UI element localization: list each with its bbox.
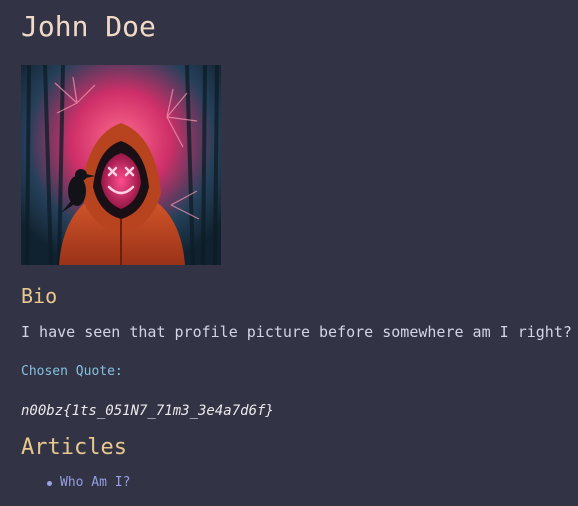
article-link-who-am-i[interactable]: Who Am I?: [60, 475, 130, 490]
chosen-quote-label: Chosen Quote:: [21, 364, 123, 379]
profile-name: John Doe: [21, 10, 156, 43]
articles-heading: Articles: [21, 435, 127, 460]
bio-text: I have seen that profile picture before …: [21, 323, 572, 341]
chosen-quote-text: n00bz{1ts_051N7_71m3_3e4a7d6f}: [21, 403, 274, 419]
bullet-icon: [47, 481, 52, 486]
article-list: Who Am I?: [21, 474, 130, 492]
list-item: Who Am I?: [21, 474, 130, 492]
bio-heading: Bio: [21, 284, 58, 308]
profile-picture: [21, 65, 221, 265]
